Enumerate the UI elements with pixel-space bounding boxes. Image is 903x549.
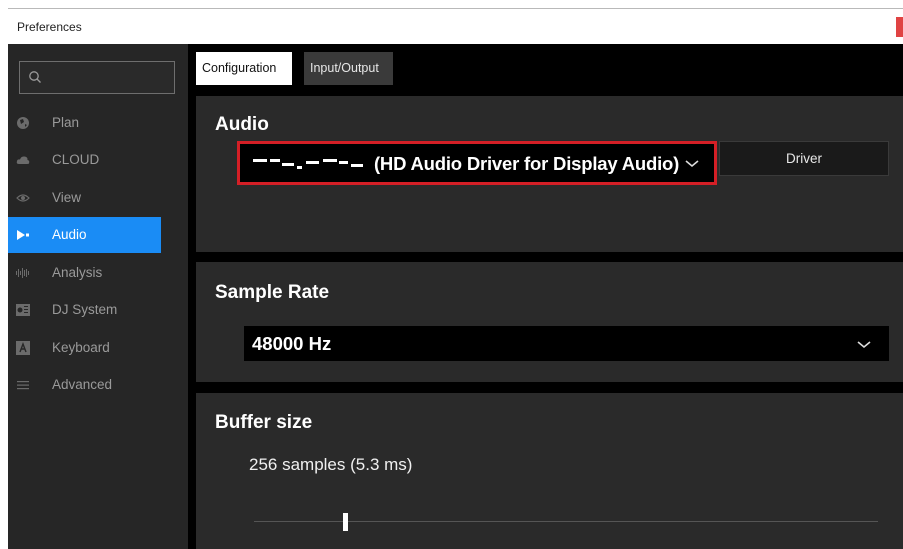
audio-device-label: (HD Audio Driver for Display Audio) <box>373 153 680 174</box>
globe-icon <box>17 117 29 129</box>
sidebar-item-plan[interactable]: Plan <box>8 105 161 141</box>
driver-button-label: Driver <box>786 151 822 166</box>
eye-icon <box>16 194 30 202</box>
sidebar: Plan CLOUD View Audio Analysis DJ System… <box>8 44 188 549</box>
audio-heading: Audio <box>215 114 269 135</box>
driver-button[interactable]: Driver <box>719 141 889 176</box>
dj-system-icon <box>16 304 30 316</box>
sidebar-item-label: Keyboard <box>52 340 110 355</box>
speaker-icon <box>17 230 29 240</box>
sidebar-item-label: DJ System <box>52 302 118 317</box>
sidebar-item-label: View <box>52 190 82 205</box>
sample-rate-select[interactable]: 48000 Hz <box>244 326 889 361</box>
sample-rate-panel: Sample Rate 48000 Hz <box>196 262 903 382</box>
buffer-size-panel: Buffer size 256 samples (5.3 ms) <box>196 393 903 549</box>
audio-device-value: (HD Audio Driver for Display Audio) <box>251 153 679 175</box>
sidebar-item-label: Audio <box>52 227 87 242</box>
close-button[interactable] <box>896 17 903 37</box>
sidebar-item-analysis[interactable]: Analysis <box>8 255 161 291</box>
sample-rate-heading: Sample Rate <box>215 282 330 303</box>
keyboard-key-icon <box>16 341 30 355</box>
sidebar-item-label: Plan <box>52 115 80 130</box>
tab-input-output[interactable]: Input/Output <box>304 52 393 85</box>
search-input[interactable] <box>19 61 175 94</box>
preferences-window: Plan CLOUD View Audio Analysis DJ System… <box>8 44 903 549</box>
buffer-size-value: 256 samples (5.3 ms) <box>249 455 413 474</box>
chevron-down-icon <box>685 160 699 168</box>
buffer-size-slider-thumb[interactable] <box>343 513 348 531</box>
window-title: Preferences <box>17 20 82 34</box>
cloud-icon <box>16 156 30 164</box>
redacted-device-name <box>253 159 363 169</box>
waveform-icon <box>16 268 29 278</box>
chevron-down-icon <box>857 341 871 349</box>
sample-rate-value: 48000 Hz <box>252 333 332 354</box>
sidebar-item-label: Advanced <box>52 377 113 392</box>
sidebar-item-view[interactable]: View <box>8 180 161 216</box>
tab-configuration[interactable]: Configuration <box>196 52 292 85</box>
audio-panel: Audio (HD Audio Driver for Display Audio… <box>196 96 903 252</box>
sidebar-item-audio[interactable]: Audio <box>8 217 161 253</box>
audio-device-select[interactable]: (HD Audio Driver for Display Audio) <box>237 141 717 185</box>
sidebar-item-keyboard[interactable]: Keyboard <box>8 330 161 366</box>
sidebar-item-label: Analysis <box>52 265 103 280</box>
menu-lines-icon <box>17 381 29 390</box>
search-icon <box>29 71 41 83</box>
sidebar-item-cloud[interactable]: CLOUD <box>8 142 161 178</box>
sidebar-item-dj-system[interactable]: DJ System <box>8 292 161 328</box>
sidebar-item-label: CLOUD <box>52 152 100 167</box>
title-bar: Preferences <box>8 9 903 44</box>
sidebar-item-advanced[interactable]: Advanced <box>8 367 161 403</box>
buffer-size-heading: Buffer size <box>215 412 313 433</box>
main-content: Configuration Input/Output Audio (HD Aud… <box>188 44 903 549</box>
